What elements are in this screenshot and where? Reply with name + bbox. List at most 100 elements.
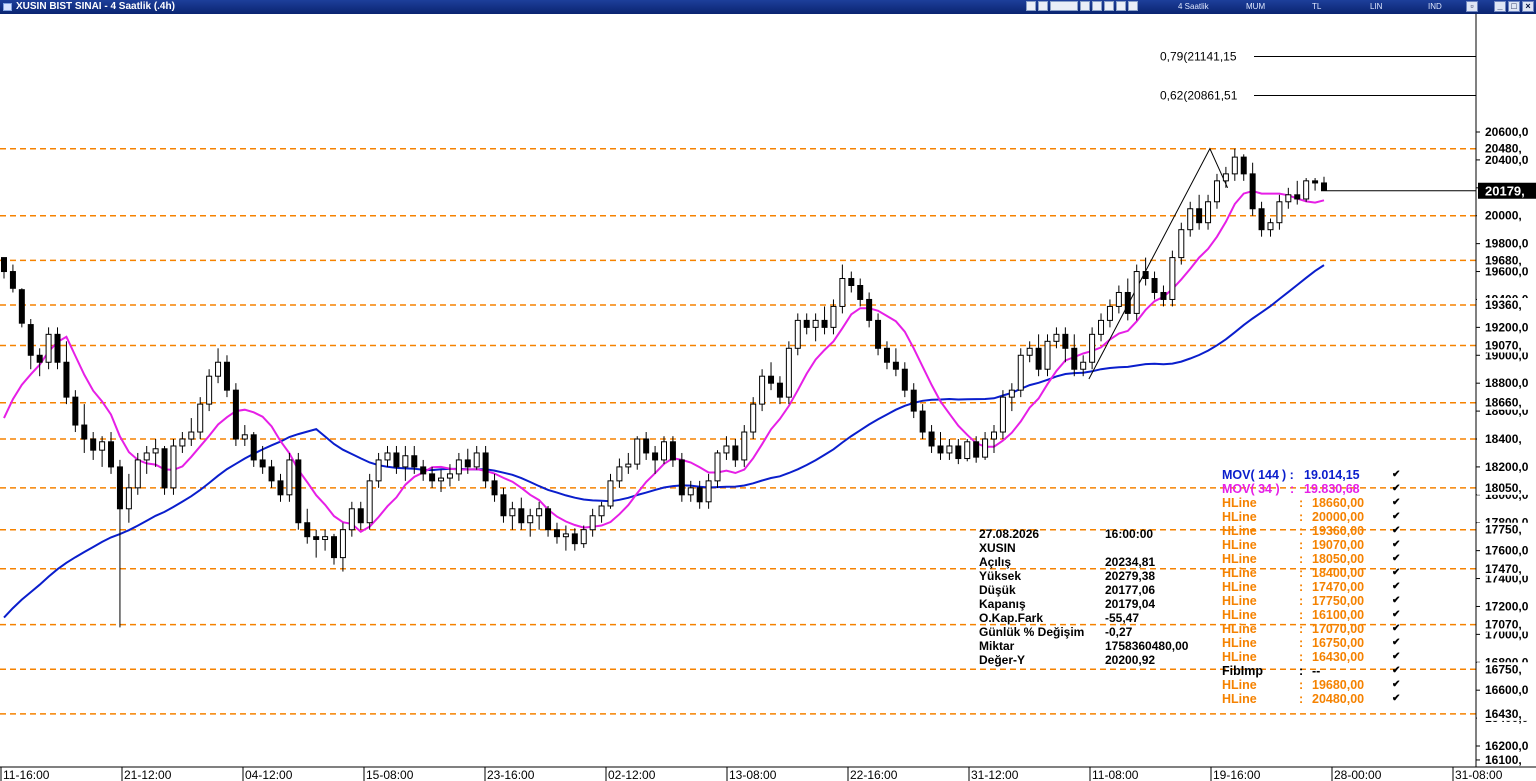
candle-body	[1213, 180, 1220, 203]
info-key: Açılış	[979, 555, 1012, 569]
x-tick-label: 02-12:00	[608, 768, 656, 781]
candle-body	[384, 452, 391, 461]
ma34-line	[3, 189, 1325, 534]
legend-row[interactable]: MOV( 144) : 19.014,15 ✔	[1222, 468, 1402, 482]
maximize-icon[interactable]: □	[1508, 1, 1520, 12]
candle-body	[527, 515, 534, 524]
x-tick-label: 31-08:00	[1455, 768, 1503, 781]
candle-body	[803, 319, 810, 328]
candle-body	[1169, 257, 1176, 300]
checkmark-icon[interactable]: ✔	[1392, 678, 1400, 692]
info-key: Yüksek	[979, 569, 1022, 583]
legend-value: --	[1312, 664, 1321, 678]
legend-row[interactable]: HLine:16750,00 ✔	[1222, 636, 1402, 650]
tool-icon-6[interactable]	[1116, 1, 1126, 11]
close-icon[interactable]: ×	[1522, 1, 1534, 12]
tool-icon-5[interactable]	[1104, 1, 1114, 11]
candle-body	[411, 455, 418, 468]
legend-row[interactable]: HLine:19680,00 ✔	[1222, 678, 1402, 692]
candle-body	[331, 536, 337, 559]
checkmark-icon[interactable]: ✔	[1392, 580, 1400, 594]
hline-label: 17070,	[1485, 618, 1522, 632]
candle-body	[830, 305, 837, 328]
checkmark-icon[interactable]: ✔	[1392, 482, 1400, 496]
toolbar-period[interactable]: 4 Saatlik	[1178, 0, 1209, 14]
checkmark-icon[interactable]: ✔	[1392, 594, 1400, 608]
info-row: O.Kap.Fark -55,47	[979, 611, 1239, 625]
candle-body	[598, 505, 605, 517]
y-tick-label: 18200,0	[1485, 460, 1529, 474]
checkmark-icon[interactable]: ✔	[1392, 496, 1400, 510]
checkmark-icon[interactable]: ✔	[1392, 538, 1400, 552]
tool-icon-4[interactable]	[1092, 1, 1102, 11]
hline-label: 16430,	[1485, 707, 1522, 721]
legend-row[interactable]: HLine:19360,00 ✔	[1222, 524, 1402, 538]
checkmark-icon[interactable]: ✔	[1392, 552, 1400, 566]
candle-body	[215, 361, 222, 377]
info-key: Günlük % Değişim	[979, 625, 1085, 639]
candle-body	[883, 347, 890, 363]
legend-value: 18400,00	[1312, 566, 1365, 580]
x-tick-label: 23-16:00	[487, 768, 535, 781]
toolbar-mum[interactable]: MUM	[1246, 0, 1265, 14]
legend-row[interactable]: HLine:18660,00 ✔	[1222, 496, 1402, 510]
legend-row[interactable]: HLine:18050,00 ✔	[1222, 552, 1402, 566]
info-value: 20234,81	[1105, 555, 1156, 569]
candle-body	[1196, 208, 1203, 224]
candle-body	[286, 459, 293, 496]
legend-value: 19070,00	[1312, 538, 1365, 552]
checkmark-icon[interactable]: ✔	[1392, 510, 1400, 524]
checkmark-icon[interactable]: ✔	[1392, 650, 1400, 664]
legend-row[interactable]: HLine:20000,00 ✔	[1222, 510, 1402, 524]
legend-row[interactable]: HLine:17070,00 ✔	[1222, 622, 1402, 636]
legend-row[interactable]: HLine:17470,00 ✔	[1222, 580, 1402, 594]
checkmark-icon[interactable]: ✔	[1392, 524, 1400, 538]
candle-body	[27, 324, 34, 356]
tool-icon-1[interactable]	[1026, 1, 1036, 11]
candle-body	[776, 382, 783, 398]
legend-name: HLine	[1222, 552, 1257, 566]
legend-row[interactable]: HLine:19070,00 ✔	[1222, 538, 1402, 552]
checkmark-icon[interactable]: ✔	[1392, 664, 1400, 678]
minimize-icon[interactable]: _	[1494, 1, 1506, 12]
candle-body	[1321, 182, 1327, 192]
candle-body	[241, 434, 248, 440]
legend-row[interactable]: HLine:16430,00 ✔	[1222, 650, 1402, 664]
legend-row[interactable]: MOV( 34 ):19.830,68 ✔	[1222, 482, 1402, 496]
candle-body	[491, 480, 498, 496]
legend-row[interactable]: HLine:20480,00 ✔	[1222, 692, 1402, 706]
candle-body	[357, 508, 364, 524]
x-tick-label: 13-08:00	[729, 768, 777, 781]
tool-icon-3[interactable]	[1080, 1, 1090, 11]
toolbar-ind[interactable]: IND	[1428, 0, 1442, 14]
toolbar-lin[interactable]: LIN	[1370, 0, 1382, 14]
hline-label: 18400,	[1485, 432, 1522, 446]
hline-label: 17750,	[1485, 523, 1522, 537]
tool-icon-2[interactable]	[1038, 1, 1048, 11]
checkmark-icon[interactable]: ✔	[1392, 636, 1400, 650]
candle-body	[1231, 156, 1238, 175]
hline-label: 19680,	[1485, 253, 1522, 267]
legend-row[interactable]: HLine:16100,00 ✔	[1222, 608, 1402, 622]
legend-row[interactable]: HLine:18400,00 ✔	[1222, 566, 1402, 580]
candle-body	[1258, 208, 1265, 231]
tool-icon-7[interactable]	[1128, 1, 1138, 11]
checkmark-icon[interactable]: ✔	[1392, 622, 1400, 636]
legend-row[interactable]: HLine:17750,00 ✔	[1222, 594, 1402, 608]
info-row: Düşük 20177,06	[979, 583, 1239, 597]
checkmark-icon[interactable]: ✔	[1392, 468, 1400, 482]
y-axis-layer: 20600,020400,020200,020000,019800,019600…	[1475, 14, 1536, 767]
checkmark-icon[interactable]: ✔	[1392, 692, 1400, 706]
info-row: Miktar 1758360480,00	[979, 639, 1239, 653]
candle-body	[661, 441, 667, 461]
checkmark-icon[interactable]: ✔	[1392, 608, 1400, 622]
y-tick-label: 19200,0	[1485, 320, 1529, 334]
legend-row[interactable]: FibImp: -- ✔	[1222, 664, 1402, 678]
candle-body	[9, 271, 16, 289]
candle-body	[768, 375, 775, 384]
candle-body	[839, 278, 846, 307]
tool-select-icon[interactable]	[1050, 1, 1078, 11]
toolbar-tl[interactable]: TL	[1312, 0, 1321, 14]
restore-icon[interactable]: ▫	[1466, 1, 1478, 12]
checkmark-icon[interactable]: ✔	[1392, 566, 1400, 580]
